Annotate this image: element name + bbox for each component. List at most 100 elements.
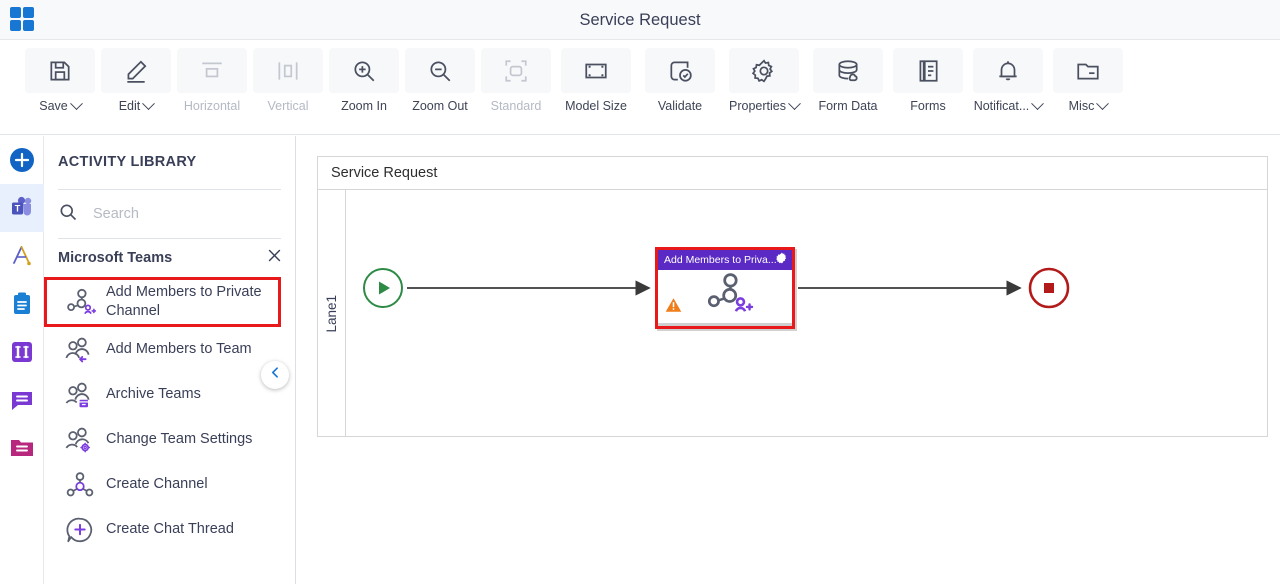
activity-list: Add Members to Private Channel Add Membe… [44, 277, 295, 552]
process-pool[interactable]: Service Request Lane1 Add Members to Pri… [317, 156, 1268, 437]
forms-button[interactable]: Forms [890, 40, 966, 113]
edit-pencil-icon [101, 48, 171, 93]
zoom-in-button[interactable]: Zoom In [326, 40, 402, 113]
activity-node-title: Add Members to Priva... [664, 254, 776, 266]
svg-text:T: T [15, 204, 21, 214]
search-icon [58, 202, 78, 227]
list-item-archive-teams[interactable]: Archive Teams [44, 372, 295, 417]
warning-triangle-icon[interactable] [665, 297, 682, 318]
collapse-panel-button[interactable] [261, 361, 289, 389]
standard-size-icon [481, 48, 551, 93]
edit-button[interactable]: Edit [98, 40, 174, 113]
list-item-change-team-settings[interactable]: Change Team Settings [44, 417, 295, 462]
main-toolbar: Save Edit Horizontal Vertical Zoom In Zo… [0, 40, 1280, 135]
chevron-down-icon [69, 96, 83, 110]
list-item-add-members-team[interactable]: Add Members to Team [44, 327, 295, 372]
pool-body: Lane1 Add Members to Priva... [318, 190, 1267, 437]
list-item-label: Add Members to Team [106, 341, 252, 357]
zoom-out-label: Zoom Out [412, 99, 468, 113]
gear-icon [729, 48, 799, 93]
library-group-header: Microsoft Teams [44, 239, 295, 277]
activity-library-heading: ACTIVITY LIBRARY [58, 154, 197, 170]
edit-label: Edit [118, 99, 141, 113]
list-item-create-channel[interactable]: Create Channel [44, 462, 295, 507]
activity-node-header: Add Members to Priva... [658, 250, 792, 270]
save-label: Save [39, 99, 68, 113]
forms-document-icon [893, 48, 963, 93]
chevron-down-icon [788, 96, 801, 110]
end-event[interactable] [1025, 264, 1073, 312]
database-icon [813, 48, 883, 93]
archive-teams-icon [58, 380, 102, 410]
list-item-add-members-private-channel[interactable]: Add Members to Private Channel [44, 277, 281, 327]
process-canvas[interactable]: Service Request Lane1 Add Members to Pri… [296, 136, 1280, 584]
forms-label: Forms [910, 99, 946, 113]
model-size-button[interactable]: Model Size [554, 40, 638, 113]
list-item-label: Add Members to Private Channel [106, 284, 262, 319]
list-item-create-chat-thread[interactable]: Create Chat Thread [44, 507, 295, 552]
list-item-label: Archive Teams [106, 386, 201, 402]
save-icon [25, 48, 95, 93]
save-button[interactable]: Save [22, 40, 98, 113]
search-input[interactable] [91, 205, 261, 223]
list-item-label: Change Team Settings [106, 431, 253, 447]
list-item-label: Create Channel [106, 476, 208, 492]
chevron-down-icon [142, 96, 156, 110]
validate-label: Validate [657, 99, 703, 113]
validate-button[interactable]: Validate [638, 40, 722, 113]
horizontal-layout-icon [177, 48, 247, 93]
chevron-down-icon [1096, 96, 1110, 110]
misc-label: Misc [1068, 99, 1095, 113]
add-members-private-channel-icon [695, 271, 755, 322]
form-data-label: Form Data [818, 99, 878, 113]
notifications-label: Notificat... [973, 99, 1030, 113]
search-row [44, 190, 295, 238]
activity-node-body [658, 270, 792, 326]
compass-drafting-icon[interactable] [0, 232, 44, 280]
activity-node-add-members-private-channel[interactable]: Add Members to Priva... [655, 247, 795, 329]
chevron-left-icon [269, 366, 282, 384]
zoom-out-icon [405, 48, 475, 93]
microsoft-teams-icon[interactable]: T [0, 184, 44, 232]
notifications-button[interactable]: Notificat... [966, 40, 1050, 113]
vertical-layout-icon [253, 48, 323, 93]
misc-button[interactable]: Misc [1050, 40, 1126, 113]
bell-icon [973, 48, 1043, 93]
chevron-down-icon [1031, 96, 1045, 110]
validate-icon [645, 48, 715, 93]
list-item-label: Create Chat Thread [106, 521, 234, 537]
add-members-team-icon [58, 335, 102, 365]
change-team-settings-icon [58, 425, 102, 455]
zoom-in-label: Zoom In [341, 99, 387, 113]
clipboard-icon[interactable] [0, 280, 44, 328]
create-chat-thread-icon [58, 515, 102, 545]
vertical-label: Vertical [267, 99, 309, 113]
create-channel-icon [58, 470, 102, 500]
model-size-icon [561, 48, 631, 93]
model-size-label: Model Size [565, 99, 627, 113]
add-members-private-channel-icon [58, 287, 102, 317]
properties-button[interactable]: Properties [722, 40, 806, 113]
activity-library-panel: ACTIVITY LIBRARY Microsoft Teams [44, 136, 296, 584]
window-titlebar: Service Request [0, 0, 1280, 40]
zoom-out-button[interactable]: Zoom Out [402, 40, 478, 113]
gear-icon[interactable] [776, 251, 788, 269]
add-plus-circle-icon[interactable] [0, 136, 44, 184]
standard-label: Standard [490, 99, 542, 113]
close-x-icon[interactable] [266, 247, 283, 269]
start-event[interactable] [359, 264, 407, 312]
standard-button[interactable]: Standard [478, 40, 554, 113]
page-title: Service Request [579, 11, 701, 29]
folder-pink-icon[interactable] [0, 424, 44, 472]
folder-icon [1053, 48, 1123, 93]
left-icon-rail: T [0, 136, 44, 584]
chat-bubble-icon[interactable] [0, 376, 44, 424]
form-data-button[interactable]: Form Data [806, 40, 890, 113]
zoom-in-icon [329, 48, 399, 93]
columns-icon[interactable] [0, 328, 44, 376]
vertical-button[interactable]: Vertical [250, 40, 326, 113]
horizontal-button[interactable]: Horizontal [174, 40, 250, 113]
properties-label: Properties [729, 99, 786, 113]
library-group-name: Microsoft Teams [58, 250, 173, 266]
pool-title: Service Request [318, 157, 1267, 190]
